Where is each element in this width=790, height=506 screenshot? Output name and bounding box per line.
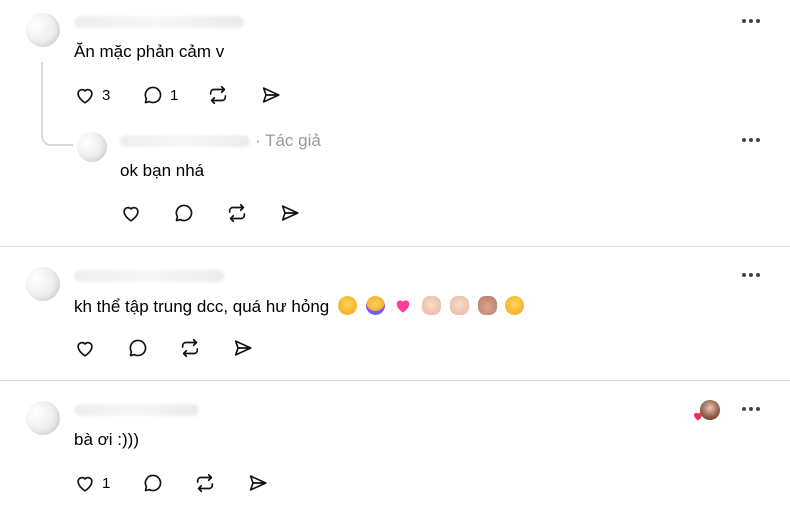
reply-button[interactable] [127,337,149,359]
username-blurred[interactable] [74,16,244,28]
comment-text: kh thể tập trung dcc, quá hư hỏng [74,296,525,317]
comment-icon [129,339,147,357]
comment-text: Ăn mặc phản cảm v [74,42,225,61]
username-blurred[interactable] [74,270,224,282]
more-options-icon[interactable] [738,16,764,26]
heart-icon [77,476,93,492]
more-options-icon[interactable] [738,135,764,145]
share-button[interactable] [279,202,301,224]
like-count: 3 [102,86,111,104]
repost-icon [209,85,227,105]
author-tag: · Tác giả [255,131,321,150]
comment-icon [144,474,162,492]
comment-text: bà ơi :))) [74,430,139,449]
heart-icon [123,206,139,222]
crying-face-emoji [365,296,385,315]
pensive-face-emoji [337,296,357,315]
avatar[interactable] [26,267,60,301]
heart-icon [77,341,93,357]
repost-icon [228,203,246,223]
send-icon [234,340,252,356]
reply-button[interactable]: 1 [142,84,178,106]
send-icon [262,87,280,103]
more-options-icon[interactable] [738,404,764,414]
like-button[interactable] [74,337,96,359]
like-button[interactable]: 3 [74,84,110,106]
reply-button[interactable] [173,202,195,224]
heart-emoji [393,296,413,315]
heart-icon [77,88,93,104]
avatar[interactable] [26,13,60,47]
comment-icon [144,86,162,104]
avatar[interactable] [77,132,107,162]
send-icon [249,475,267,491]
reply-button[interactable] [142,472,164,494]
avatar[interactable] [26,401,60,435]
share-button[interactable] [260,84,282,106]
more-options-icon[interactable] [738,270,764,280]
thread-connector [41,62,73,146]
username-blurred[interactable] [120,135,250,147]
comment-icon [175,204,193,222]
repost-button[interactable] [207,84,229,106]
repost-icon [181,338,199,358]
share-button[interactable] [232,337,254,359]
username-blurred[interactable] [74,404,199,416]
share-button[interactable] [247,472,269,494]
like-button[interactable]: 1 [74,472,110,494]
waving-hand-emoji [422,296,442,315]
liked-heart-icon [692,409,704,421]
comment-body: kh thể tập trung dcc, quá hư hỏng [74,297,330,316]
pinching-hand-emoji [449,296,469,315]
like-count: 1 [102,474,111,492]
heart-hands-emoji [477,296,497,315]
divider [0,246,790,247]
reply-count: 1 [170,86,179,104]
send-icon [281,205,299,221]
reply-text: ok bạn nhá [120,161,205,180]
repost-button[interactable] [194,472,216,494]
divider [0,380,790,381]
like-button[interactable] [120,202,142,224]
repost-button[interactable] [226,202,248,224]
repost-icon [196,473,214,493]
hugging-face-emoji [505,296,525,315]
repost-button[interactable] [179,337,201,359]
